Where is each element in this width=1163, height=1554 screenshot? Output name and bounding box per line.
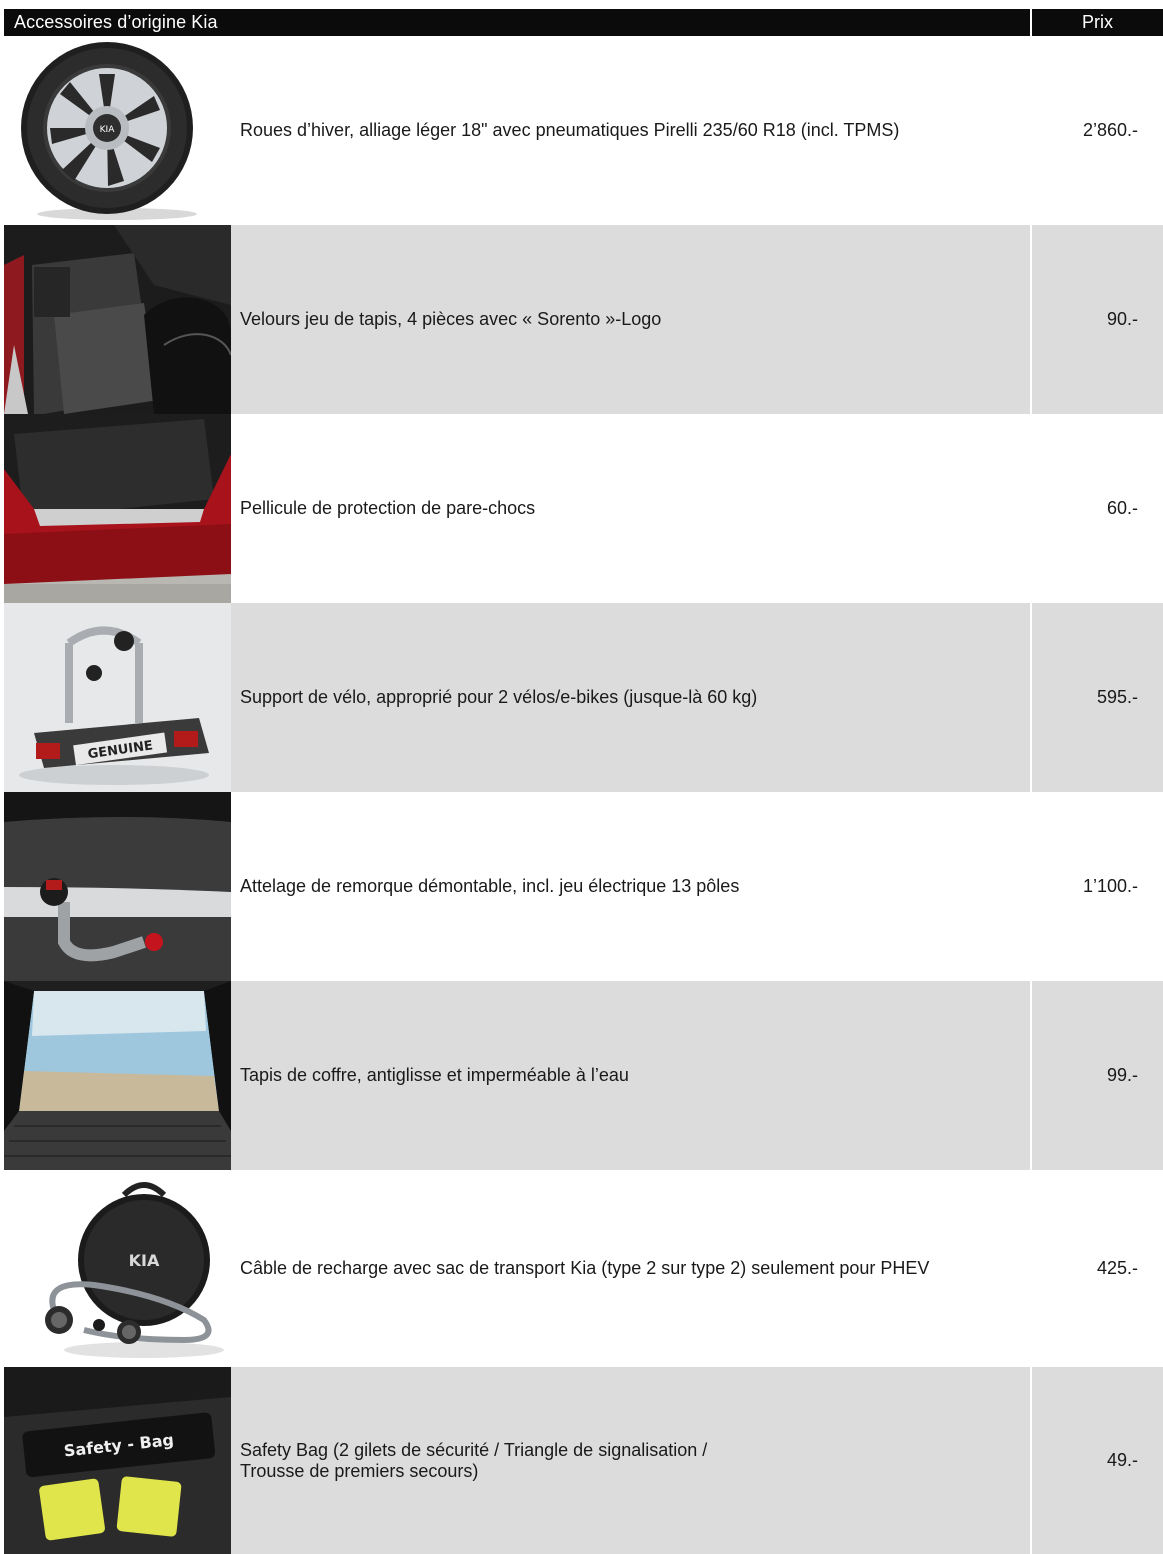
item-price: 60.- [1106,498,1138,518]
table-row: KIA Roues d’hiver, alliage léger 18" ave… [4,36,1163,225]
item-price: 425.- [1096,1258,1138,1278]
item-description: Safety Bag (2 gilets de sécurité / Trian… [240,1439,708,1481]
table-row: Attelage de remorque démontable, incl. j… [4,792,1163,981]
tow-hitch-image [4,792,231,981]
safety-bag-image: Safety - Bag [4,1367,231,1554]
item-description: Tapis de coffre, antiglisse et imperméab… [240,1065,629,1085]
item-price: 1’100.- [1082,876,1138,896]
item-price: 49.- [1106,1450,1138,1470]
floor-mat-image [4,225,231,414]
item-description: Roues d’hiver, alliage léger 18" avec pn… [240,120,900,140]
trunk-mat-image [4,981,231,1170]
table-row: KIA Câble de recharge avec sac de transp… [4,1170,1163,1367]
table-row: Tapis de coffre, antiglisse et imperméab… [4,981,1163,1170]
table-row: GENUINE Support de vélo, approprié pour … [4,603,1163,792]
accessories-table: Accessoires d’origine Kia Prix KIA Roues… [4,9,1163,1554]
header-title: Accessoires d’origine Kia [14,12,218,32]
item-price: 90.- [1106,309,1138,329]
table-row: Velours jeu de tapis, 4 pièces avec « So… [4,225,1163,414]
item-price: 99.- [1106,1065,1138,1085]
header-price-label: Prix [1082,12,1113,32]
item-description: Support de vélo, approprié pour 2 vélos/… [240,687,758,707]
bag-logo: KIA [129,1251,160,1270]
item-description: Attelage de remorque démontable, incl. j… [240,876,740,896]
item-price: 2’860.- [1082,120,1138,140]
table-row: Safety - Bag Safety Bag (2 gilets de séc… [4,1367,1163,1554]
bike-carrier-image: GENUINE [4,603,231,792]
item-description: Pellicule de protection de pare-chocs [240,498,536,518]
bumper-film-image [4,414,231,603]
item-description: Velours jeu de tapis, 4 pièces avec « So… [240,309,662,329]
item-description: Câble de recharge avec sac de transport … [240,1258,930,1278]
svg-text:KIA: KIA [100,125,116,135]
wheel-image: KIA [4,36,231,225]
charging-cable-image: KIA [4,1170,231,1367]
table-row: Pellicule de protection de pare-chocs 60… [4,414,1163,603]
item-price: 595.- [1096,687,1138,707]
table-header: Accessoires d’origine Kia Prix [4,9,1163,36]
